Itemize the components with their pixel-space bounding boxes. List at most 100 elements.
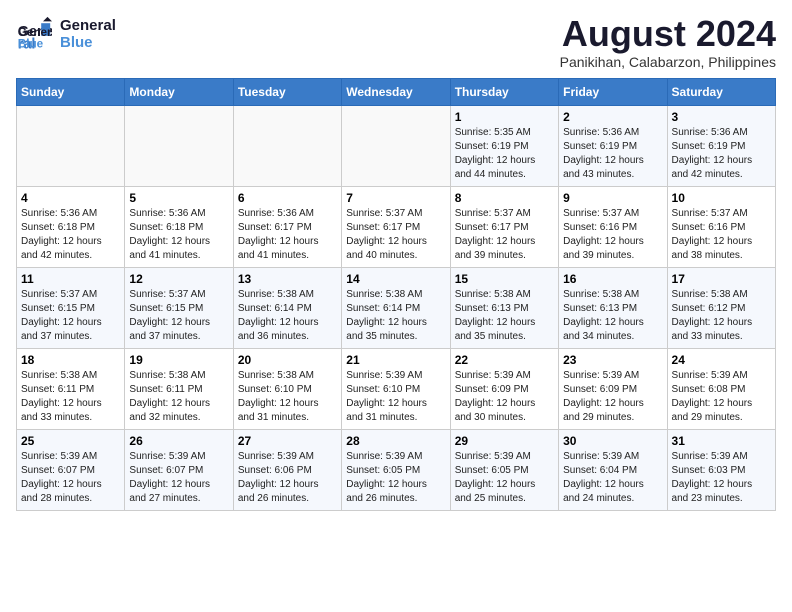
day-cell xyxy=(125,106,233,187)
day-number: 1 xyxy=(455,110,554,124)
day-cell: 24 Sunrise: 5:39 AMSunset: 6:08 PMDayligh… xyxy=(667,349,775,430)
day-number: 2 xyxy=(563,110,662,124)
day-number: 7 xyxy=(346,191,445,205)
day-number: 25 xyxy=(21,434,120,448)
day-number: 14 xyxy=(346,272,445,286)
day-cell: 29 Sunrise: 5:39 AMSunset: 6:05 PMDayligh… xyxy=(450,430,558,511)
header-wednesday: Wednesday xyxy=(342,79,450,106)
day-cell: 5 Sunrise: 5:36 AMSunset: 6:18 PMDaylight… xyxy=(125,187,233,268)
day-cell: 18Sunrise: 5:38 AMSunset: 6:11 PMDayligh… xyxy=(17,349,125,430)
day-cell: 15Sunrise: 5:38 AMSunset: 6:13 PMDayligh… xyxy=(450,268,558,349)
day-info: Sunrise: 5:39 AMSunset: 6:07 PMDaylight:… xyxy=(21,450,120,506)
day-info: Sunrise: 5:39 AMSunset: 6:09 PMDaylight:… xyxy=(563,369,662,425)
day-cell: 26 Sunrise: 5:39 AMSunset: 6:07 PMDayligh… xyxy=(125,430,233,511)
day-info: Sunrise: 5:36 AMSunset: 6:19 PMDaylight:… xyxy=(672,126,771,182)
day-cell: 9 Sunrise: 5:37 AMSunset: 6:16 PMDaylight… xyxy=(559,187,667,268)
day-cell: 11Sunrise: 5:37 AMSunset: 6:15 PMDayligh… xyxy=(17,268,125,349)
day-info: Sunrise: 5:37 AMSunset: 6:17 PMDaylight:… xyxy=(346,207,445,263)
day-info: Sunrise: 5:35 AMSunset: 6:19 PMDaylight:… xyxy=(455,126,554,182)
day-info: Sunrise: 5:39 AMSunset: 6:04 PMDaylight:… xyxy=(563,450,662,506)
day-info: Sunrise: 5:37 AMSunset: 6:15 PMDaylight:… xyxy=(21,288,120,344)
day-cell: 19Sunrise: 5:38 AMSunset: 6:11 PMDayligh… xyxy=(125,349,233,430)
day-number: 27 xyxy=(238,434,337,448)
day-info: Sunrise: 5:37 AMSunset: 6:15 PMDaylight:… xyxy=(129,288,228,344)
day-number: 23 xyxy=(563,353,662,367)
day-number: 5 xyxy=(129,191,228,205)
day-number: 22 xyxy=(455,353,554,367)
day-number: 24 xyxy=(672,353,771,367)
calendar: SundayMondayTuesdayWednesdayThursdayFrid… xyxy=(16,78,776,511)
day-info: Sunrise: 5:38 AMSunset: 6:10 PMDaylight:… xyxy=(238,369,337,425)
header-sunday: Sunday xyxy=(17,79,125,106)
day-number: 21 xyxy=(346,353,445,367)
header-saturday: Saturday xyxy=(667,79,775,106)
day-cell: 17Sunrise: 5:38 AMSunset: 6:12 PMDayligh… xyxy=(667,268,775,349)
day-info: Sunrise: 5:37 AMSunset: 6:16 PMDaylight:… xyxy=(563,207,662,263)
week-row-5: 25 Sunrise: 5:39 AMSunset: 6:07 PMDayligh… xyxy=(17,430,776,511)
day-number: 9 xyxy=(563,191,662,205)
week-row-3: 11Sunrise: 5:37 AMSunset: 6:15 PMDayligh… xyxy=(17,268,776,349)
day-info: Sunrise: 5:36 AMSunset: 6:18 PMDaylight:… xyxy=(21,207,120,263)
day-info: Sunrise: 5:39 AMSunset: 6:03 PMDaylight:… xyxy=(672,450,771,506)
day-cell: 25 Sunrise: 5:39 AMSunset: 6:07 PMDayligh… xyxy=(17,430,125,511)
day-info: Sunrise: 5:37 AMSunset: 6:17 PMDaylight:… xyxy=(455,207,554,263)
day-info: Sunrise: 5:38 AMSunset: 6:14 PMDaylight:… xyxy=(238,288,337,344)
day-cell: 12 Sunrise: 5:37 AMSunset: 6:15 PMDayligh… xyxy=(125,268,233,349)
header-thursday: Thursday xyxy=(450,79,558,106)
day-cell: 20Sunrise: 5:38 AMSunset: 6:10 PMDayligh… xyxy=(233,349,341,430)
logo-line2: Blue xyxy=(60,34,116,51)
day-cell xyxy=(342,106,450,187)
day-cell xyxy=(233,106,341,187)
header-friday: Friday xyxy=(559,79,667,106)
page-header: Gene ral General Blue General Blue Augus… xyxy=(16,16,776,70)
calendar-body: 1 Sunrise: 5:35 AMSunset: 6:19 PMDaylight… xyxy=(17,106,776,511)
day-cell: 21 Sunrise: 5:39 AMSunset: 6:10 PMDayligh… xyxy=(342,349,450,430)
logo: Gene ral General Blue General Blue xyxy=(16,16,116,52)
day-number: 3 xyxy=(672,110,771,124)
day-cell: 4Sunrise: 5:36 AMSunset: 6:18 PMDaylight… xyxy=(17,187,125,268)
day-info: Sunrise: 5:36 AMSunset: 6:19 PMDaylight:… xyxy=(563,126,662,182)
day-cell: 27 Sunrise: 5:39 AMSunset: 6:06 PMDayligh… xyxy=(233,430,341,511)
day-cell: 23 Sunrise: 5:39 AMSunset: 6:09 PMDayligh… xyxy=(559,349,667,430)
day-cell: 16 Sunrise: 5:38 AMSunset: 6:13 PMDayligh… xyxy=(559,268,667,349)
day-cell: 31Sunrise: 5:39 AMSunset: 6:03 PMDayligh… xyxy=(667,430,775,511)
day-info: Sunrise: 5:39 AMSunset: 6:07 PMDaylight:… xyxy=(129,450,228,506)
header-monday: Monday xyxy=(125,79,233,106)
day-info: Sunrise: 5:38 AMSunset: 6:12 PMDaylight:… xyxy=(672,288,771,344)
day-number: 28 xyxy=(346,434,445,448)
day-number: 15 xyxy=(455,272,554,286)
day-number: 13 xyxy=(238,272,337,286)
day-info: Sunrise: 5:39 AMSunset: 6:09 PMDaylight:… xyxy=(455,369,554,425)
day-number: 29 xyxy=(455,434,554,448)
main-title: August 2024 xyxy=(560,16,776,52)
day-info: Sunrise: 5:39 AMSunset: 6:08 PMDaylight:… xyxy=(672,369,771,425)
day-number: 12 xyxy=(129,272,228,286)
day-info: Sunrise: 5:38 AMSunset: 6:11 PMDaylight:… xyxy=(21,369,120,425)
day-cell: 28 Sunrise: 5:39 AMSunset: 6:05 PMDayligh… xyxy=(342,430,450,511)
day-cell: 13 Sunrise: 5:38 AMSunset: 6:14 PMDayligh… xyxy=(233,268,341,349)
day-number: 19 xyxy=(129,353,228,367)
day-number: 16 xyxy=(563,272,662,286)
day-info: Sunrise: 5:38 AMSunset: 6:14 PMDaylight:… xyxy=(346,288,445,344)
svg-text:Blue: Blue xyxy=(18,38,44,51)
title-block: August 2024 Panikihan, Calabarzon, Phili… xyxy=(560,16,776,70)
day-info: Sunrise: 5:38 AMSunset: 6:13 PMDaylight:… xyxy=(563,288,662,344)
day-info: Sunrise: 5:39 AMSunset: 6:05 PMDaylight:… xyxy=(455,450,554,506)
day-info: Sunrise: 5:39 AMSunset: 6:05 PMDaylight:… xyxy=(346,450,445,506)
day-info: Sunrise: 5:39 AMSunset: 6:10 PMDaylight:… xyxy=(346,369,445,425)
day-cell: 22 Sunrise: 5:39 AMSunset: 6:09 PMDayligh… xyxy=(450,349,558,430)
day-number: 10 xyxy=(672,191,771,205)
day-cell: 8Sunrise: 5:37 AMSunset: 6:17 PMDaylight… xyxy=(450,187,558,268)
day-number: 26 xyxy=(129,434,228,448)
day-info: Sunrise: 5:37 AMSunset: 6:16 PMDaylight:… xyxy=(672,207,771,263)
week-row-4: 18Sunrise: 5:38 AMSunset: 6:11 PMDayligh… xyxy=(17,349,776,430)
day-cell: 30Sunrise: 5:39 AMSunset: 6:04 PMDayligh… xyxy=(559,430,667,511)
header-tuesday: Tuesday xyxy=(233,79,341,106)
day-info: Sunrise: 5:39 AMSunset: 6:06 PMDaylight:… xyxy=(238,450,337,506)
day-cell: 14 Sunrise: 5:38 AMSunset: 6:14 PMDayligh… xyxy=(342,268,450,349)
day-cell: 10 Sunrise: 5:37 AMSunset: 6:16 PMDayligh… xyxy=(667,187,775,268)
subtitle: Panikihan, Calabarzon, Philippines xyxy=(560,54,776,70)
calendar-header-row: SundayMondayTuesdayWednesdayThursdayFrid… xyxy=(17,79,776,106)
day-info: Sunrise: 5:36 AMSunset: 6:18 PMDaylight:… xyxy=(129,207,228,263)
day-cell: 2 Sunrise: 5:36 AMSunset: 6:19 PMDaylight… xyxy=(559,106,667,187)
